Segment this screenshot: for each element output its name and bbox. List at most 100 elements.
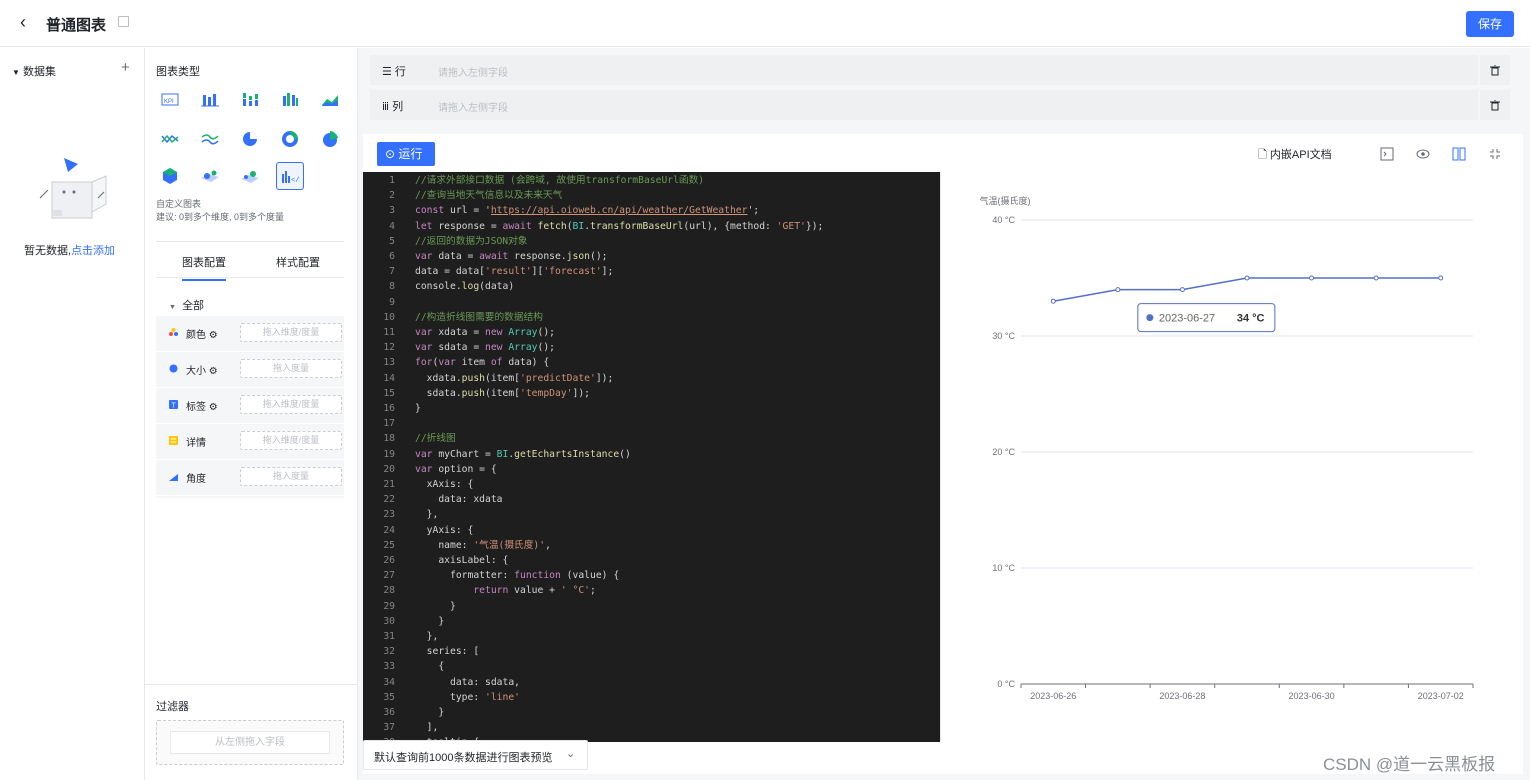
map-icon[interactable] — [157, 163, 183, 189]
filter-drop-zone[interactable]: 从左侧拖入字段 — [156, 720, 344, 765]
attr-label-label: 标签 ⚙ — [186, 402, 218, 413]
color-drop-zone[interactable]: 拖入维度/度量 — [240, 323, 342, 342]
series-line — [1053, 277, 1441, 302]
donut-chart-icon[interactable] — [277, 126, 303, 152]
data-point — [1179, 287, 1185, 293]
line-number: 36 — [383, 707, 395, 718]
tooltip-value: 34 °C — [1237, 313, 1265, 325]
tooltip-date: 2023-06-27 — [1159, 313, 1215, 325]
config-tabs: 图表配置 样式配置 — [156, 241, 344, 281]
attr-row-angle: 角度 拖入度量 — [156, 460, 344, 496]
attr-row-color: 颜色 ⚙ 拖入维度/度量 — [156, 316, 344, 352]
code-text: xAxis: { — [415, 479, 474, 490]
dataset-panel: ▼ 数据集 + 暂无数据,点击添加 — [0, 48, 145, 780]
code-text: series: [ — [415, 646, 480, 658]
fullscreen-icon[interactable] — [1487, 146, 1503, 162]
all-fields-header[interactable]: ▼ 全部 — [169, 297, 204, 313]
size-drop-zone[interactable]: 拖入度量 — [240, 359, 342, 378]
code-line: 19 var myChart = BI.getEchartsInstance() — [363, 447, 940, 462]
code-line: 29 } — [363, 599, 940, 614]
custom-chart-icon[interactable]: </> — [276, 162, 304, 190]
code-text: var sdata = new Array(); — [415, 342, 556, 354]
code-text: } — [415, 707, 445, 718]
add-data-link[interactable]: 点击添加 — [71, 245, 115, 257]
line-number: 33 — [383, 661, 395, 673]
split-handle[interactable] — [940, 172, 946, 742]
code-line: 18 //折线图 — [363, 431, 940, 446]
svg-text:KPI: KPI — [164, 99, 174, 105]
preview-limit-select[interactable]: 默认查询前1000条数据进行图表预览 ⌄ — [363, 740, 588, 770]
trash-icon — [1490, 99, 1500, 110]
line-number: 32 — [383, 646, 395, 658]
column-delete-button[interactable] — [1480, 90, 1510, 120]
code-line: 33 { — [363, 659, 940, 674]
flow-map-icon[interactable] — [237, 163, 263, 189]
kpi-icon[interactable]: KPI — [157, 86, 183, 112]
y-tick-label: 0 °C — [997, 679, 1015, 689]
code-line: 20 var option = { — [363, 462, 940, 477]
label-drop-zone[interactable]: 拖入维度/度量 — [240, 395, 342, 414]
pie-chart-icon[interactable] — [237, 126, 263, 152]
code-text: } — [415, 615, 445, 627]
grouped-bar-icon[interactable] — [277, 86, 303, 112]
code-line: 27 formatter: function (value) { — [363, 568, 940, 583]
page-title: 普通图表 — [46, 17, 107, 34]
row-shelf-label: ☰ 行 — [382, 66, 406, 78]
editor-panel: ⊙ 运行 🗋 内嵌API文档 1 //请求外部接口数据 (会跨域, 故使用tran… — [363, 134, 1523, 774]
multi-line-icon[interactable] — [197, 126, 223, 152]
row-delete-button[interactable] — [1480, 55, 1510, 85]
line-number: 21 — [383, 479, 395, 490]
preview-eye-icon[interactable] — [1415, 146, 1431, 162]
line-number: 24 — [383, 524, 395, 536]
api-doc-link[interactable]: 🗋 内嵌API文档 — [1258, 146, 1332, 165]
run-button[interactable]: ⊙ 运行 — [377, 142, 435, 166]
save-button[interactable]: 保存 — [1466, 11, 1514, 37]
code-line: 13 for(var item of data) { — [363, 355, 940, 370]
code-line: 9 — [363, 295, 940, 310]
code-editor[interactable]: 1 //请求外部接口数据 (会跨域, 故使用transformBaseUrl函数)… — [363, 172, 940, 742]
stacked-bar-icon[interactable] — [237, 86, 263, 112]
dataset-header[interactable]: ▼ 数据集 — [12, 63, 56, 79]
code-line: 15 sdata.push(item['tempDay']); — [363, 386, 940, 401]
all-fields-label: 全部 — [182, 300, 205, 312]
scatter-map-icon[interactable] — [197, 163, 223, 189]
detail-drop-zone[interactable]: 拖入维度/度量 — [240, 431, 342, 450]
line-number: 7 — [389, 266, 395, 278]
data-point — [1050, 298, 1056, 304]
line-chart-icon[interactable] — [157, 126, 183, 152]
caret-down-icon: ▼ — [12, 68, 20, 77]
selected-chart-type-name: 自定义图表 — [156, 199, 202, 209]
bar-chart-icon[interactable] — [197, 86, 223, 112]
code-text: //构造折线图需要的数据结构 — [415, 311, 543, 323]
split-view-icon[interactable] — [1451, 146, 1467, 162]
code-text: //查询当地天气信息以及未来天气 — [415, 190, 563, 202]
line-number: 11 — [383, 327, 395, 338]
filter-placeholder: 从左侧拖入字段 — [170, 731, 330, 754]
rose-chart-icon[interactable] — [317, 126, 343, 152]
code-text: yAxis: { — [415, 524, 474, 536]
y-axis-title: 气温(摄氏度) — [980, 195, 1031, 206]
data-point — [1373, 275, 1379, 281]
line-number: 19 — [383, 448, 395, 460]
y-tick-label: 20 °C — [992, 447, 1015, 457]
angle-drop-zone[interactable]: 拖入度量 — [240, 467, 342, 486]
line-number: 6 — [389, 251, 395, 262]
add-dataset-icon[interactable]: + — [121, 59, 130, 76]
edit-title-icon[interactable] — [118, 16, 129, 27]
tab-style-config[interactable]: 样式配置 — [276, 254, 320, 270]
console-icon[interactable] — [1379, 146, 1395, 162]
tab-chart-config[interactable]: 图表配置 — [182, 254, 226, 281]
x-tick-label: 2023-06-26 — [1030, 691, 1076, 701]
area-chart-icon[interactable] — [317, 86, 343, 112]
line-number: 30 — [383, 615, 395, 627]
column-field-shelf[interactable]: ⅲ 列 请拖入左侧字段 — [370, 90, 1478, 120]
row-field-shelf[interactable]: ☰ 行 请拖入左侧字段 — [370, 55, 1478, 85]
svg-text:</>: </> — [291, 177, 300, 184]
line-chart: 气温(摄氏度) 0 °C 10 °C 20 °C 30 °C 40 °C 2023-06-2… — [980, 195, 1474, 701]
caret-down-icon: ▼ — [169, 304, 176, 311]
back-icon[interactable]: ‹ — [20, 12, 26, 33]
document-icon: 🗋 — [1258, 149, 1267, 161]
color-icon — [169, 328, 178, 336]
workspace: ☰ 行 请拖入左侧字段 ⅲ 列 请拖入左侧字段 ⊙ 运行 🗋 内嵌API文档 1… — [358, 48, 1530, 780]
code-line: 14 xdata.push(item['predictDate']); — [363, 371, 940, 386]
